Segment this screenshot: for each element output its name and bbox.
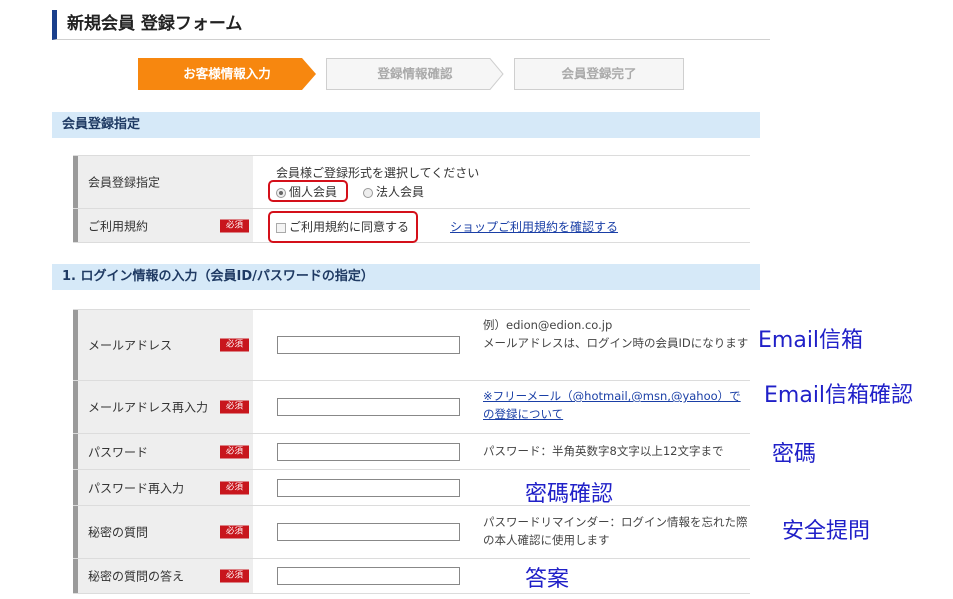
annotation-email-confirm: Email信箱確認	[764, 383, 914, 408]
page-title: 新規会員 登録フォーム	[52, 10, 770, 40]
email-confirm-input[interactable]	[277, 398, 460, 416]
password-help: パスワード：半角英数字8文字以上12文字まで	[483, 444, 724, 458]
secret-answer-row: 秘密の質問の答え 必須	[73, 558, 750, 594]
radio-corporate[interactable]: 法人会員	[363, 183, 424, 200]
secret-question-label: 秘密の質問	[88, 525, 149, 540]
label-cell: パスワード 必須	[73, 434, 253, 469]
label-cell: メールアドレス 必須	[73, 310, 253, 380]
email-label: メールアドレス	[88, 338, 173, 353]
progress-steps: お客様情報入力 登録情報確認 会員登録完了	[138, 58, 698, 90]
password-confirm-input[interactable]	[277, 478, 460, 497]
annotation-password: 密碼	[772, 442, 817, 467]
secret-answer-label: 秘密の質問の答え	[88, 569, 185, 584]
membership-type-row: 会員登録指定 会員様ご登録形式を選択してください 個人会員 法人会員	[73, 155, 750, 208]
email-confirm-label: メールアドレス再入力	[88, 400, 209, 415]
email-confirm-row: メールアドレス再入力 必須 ※フリーメール（@hotmail,@msn,@yah…	[73, 380, 750, 433]
step-complete: 会員登録完了	[514, 58, 684, 90]
free-mail-link[interactable]: ※フリーメール（@hotmail,@msn,@yahoo）での登録について	[483, 389, 741, 421]
label-cell: パスワード再入力 必須	[73, 470, 253, 505]
membership-type-prompt: 会員様ご登録形式を選択してください	[276, 166, 480, 180]
annotation-password-confirm: 密碼確認	[525, 482, 614, 507]
password-input[interactable]	[277, 442, 460, 461]
terms-link[interactable]: ショップご利用規約を確認する	[450, 218, 618, 235]
secret-question-select[interactable]	[277, 523, 460, 541]
label-cell: メールアドレス再入力 必須	[73, 381, 253, 433]
highlight-personal	[268, 180, 348, 202]
label-cell: ご利用規約 必須	[73, 209, 253, 242]
section-membership-header: 会員登録指定	[52, 112, 760, 138]
required-badge: 必須	[220, 569, 249, 583]
annotation-secret-question: 安全提問	[782, 519, 871, 544]
required-badge: 必須	[220, 445, 249, 458]
secret-answer-input[interactable]	[277, 567, 460, 585]
email-help-text: メールアドレスは、ログイン時の会員IDになります	[483, 336, 749, 350]
required-badge: 必須	[220, 525, 249, 539]
email-input[interactable]	[277, 336, 460, 354]
membership-type-label: 会員登録指定	[88, 175, 161, 190]
annotation-secret-answer: 答案	[525, 567, 570, 592]
label-cell: 秘密の質問 必須	[73, 506, 253, 558]
required-badge: 必須	[220, 219, 249, 232]
step-customer-info: お客様情報入力	[138, 58, 316, 90]
step-label: 会員登録完了	[561, 66, 637, 81]
annotation-email: Email信箱	[758, 328, 864, 353]
step-confirm: 登録情報確認	[326, 58, 504, 90]
section-login-header: 1. ログイン情報の入力（会員ID/パスワードの指定）	[52, 264, 760, 290]
required-badge: 必須	[220, 481, 249, 494]
email-row: メールアドレス 必須 例）edion@edion.co.jp メールアドレスは、…	[73, 309, 750, 380]
required-badge: 必須	[220, 338, 249, 352]
email-help: 例）edion@edion.co.jp メールアドレスは、ログイン時の会員IDに…	[483, 316, 750, 352]
required-badge: 必須	[220, 400, 249, 414]
step-label: お客様情報入力	[183, 66, 271, 81]
password-label: パスワード	[88, 445, 149, 459]
radio-unchecked-icon	[363, 187, 373, 198]
label-cell: 会員登録指定	[73, 156, 253, 208]
label-cell: 秘密の質問の答え 必須	[73, 559, 253, 593]
free-mail-note: ※フリーメール（@hotmail,@msn,@yahoo）での登録について	[483, 387, 745, 423]
highlight-terms	[268, 211, 418, 243]
email-example: 例）edion@edion.co.jp	[483, 318, 613, 332]
radio-corporate-label: 法人会員	[376, 185, 425, 199]
secret-question-row: 秘密の質問 必須 パスワードリマインダー：ログイン情報を忘れた際の本人確認に使用…	[73, 505, 750, 558]
terms-label: ご利用規約	[88, 219, 149, 233]
password-confirm-row: パスワード再入力 必須	[73, 469, 750, 505]
password-row: パスワード 必須 パスワード：半角英数字8文字以上12文字まで	[73, 433, 750, 469]
secret-question-help: パスワードリマインダー：ログイン情報を忘れた際の本人確認に使用します	[483, 515, 748, 547]
password-confirm-label: パスワード再入力	[88, 481, 185, 495]
step-label: 登録情報確認	[377, 66, 453, 81]
